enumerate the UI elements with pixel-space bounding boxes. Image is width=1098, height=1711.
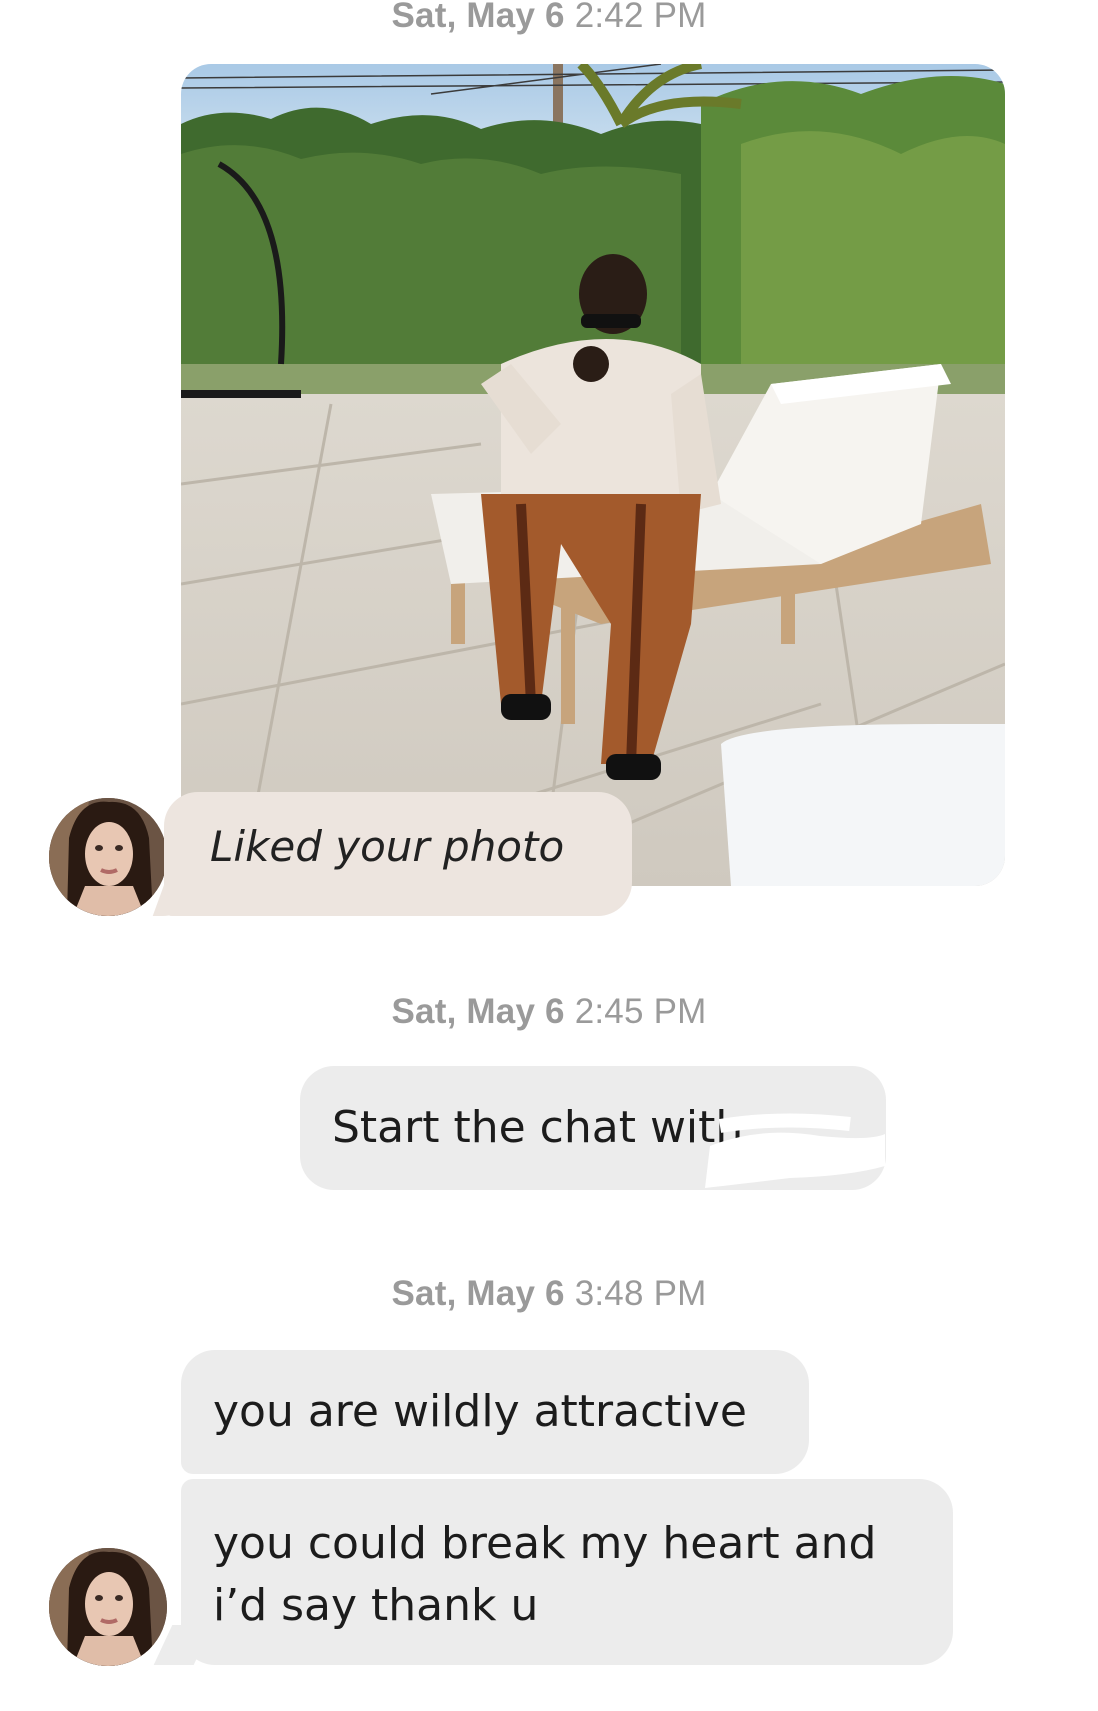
timestamp-day: Sat, May 6 [391,0,565,35]
timestamp-day: Sat, May 6 [391,1274,565,1313]
message-text: you are wildly attractive [213,1386,747,1437]
liked-photo-label: Liked your photo [210,822,565,871]
redaction-scribble [705,1113,885,1188]
avatar-image [49,798,167,916]
message-bubble: you are wildly attractive [181,1350,809,1474]
avatar[interactable] [49,798,167,916]
bubble-tail [153,1625,213,1665]
timestamp-time: 3:48 PM [574,1274,707,1313]
message-text-line: i’d say thank u [213,1580,539,1631]
liked-photo-bubble: Liked your photo [164,792,632,916]
timestamp-time: 2:45 PM [574,992,707,1031]
start-chat-text: Start the chat with [332,1102,744,1153]
avatar[interactable] [49,1548,167,1666]
timestamp-time: 2:42 PM [574,0,707,35]
shared-photo[interactable] [181,64,1005,886]
timestamp-3: Sat, May 6 3:48 PM [0,1274,1098,1314]
timestamp-2: Sat, May 6 2:45 PM [0,992,1098,1032]
timestamp-day: Sat, May 6 [391,992,565,1031]
photo-image [181,64,1005,886]
timestamp-1: Sat, May 6 2:42 PM [0,0,1098,36]
message-bubble: you could break my heart and i’d say tha… [153,1479,953,1665]
avatar-image [49,1548,167,1666]
message-text-line: you could break my heart and [213,1518,877,1569]
